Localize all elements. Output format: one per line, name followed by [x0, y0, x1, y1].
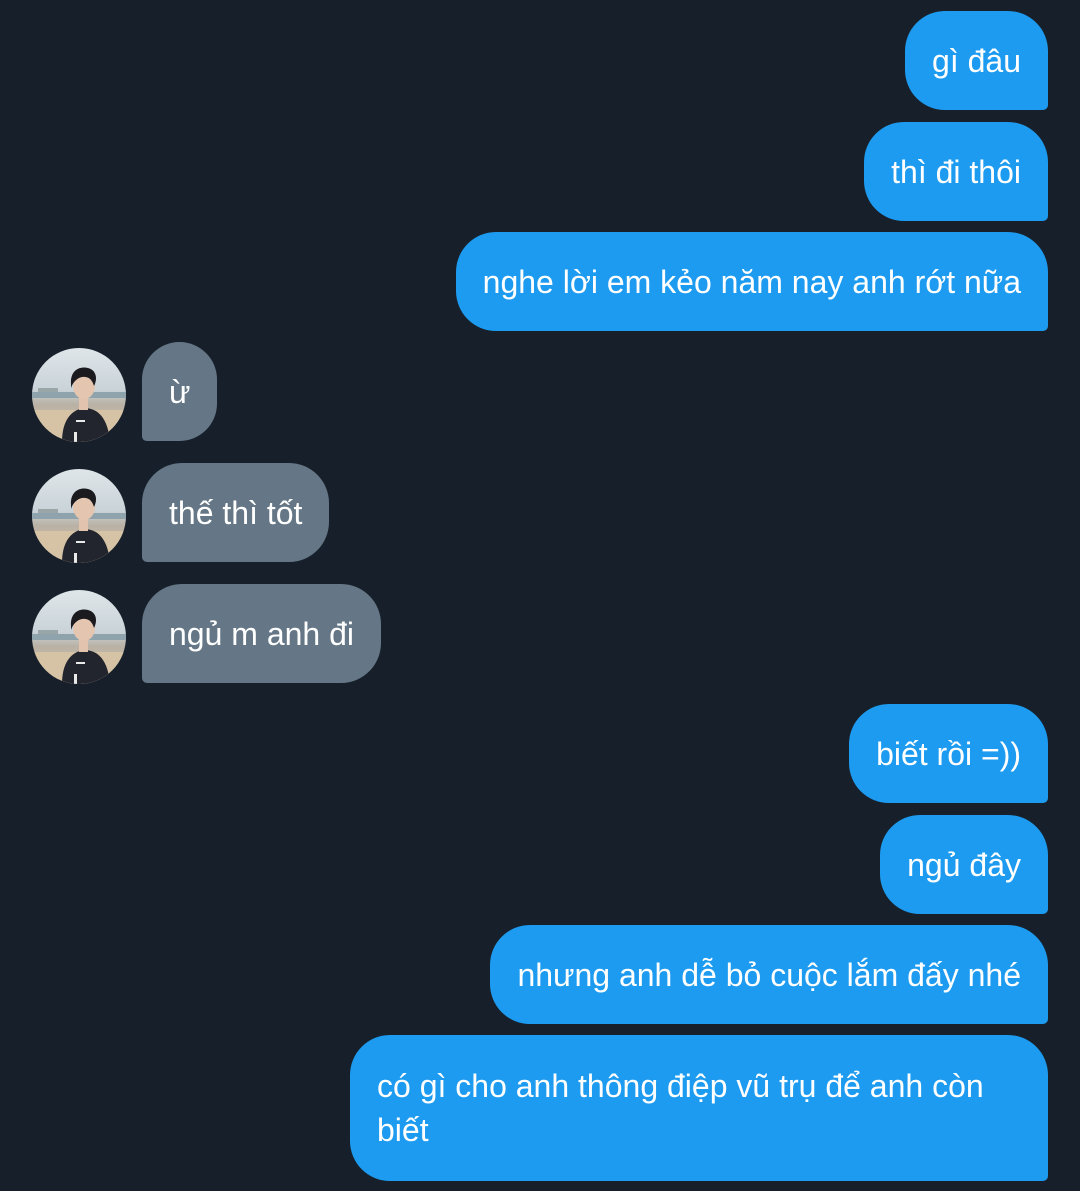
- message-text: gì đâu: [932, 42, 1021, 79]
- message-bubble-incoming[interactable]: thế thì tốt: [142, 463, 330, 562]
- message-text: thì đi thôi: [891, 153, 1021, 190]
- message-bubble-outgoing[interactable]: biết rồi =)): [849, 704, 1048, 803]
- message-bubble-outgoing[interactable]: thì đi thôi: [864, 122, 1048, 221]
- message-text: nghe lời em kẻo năm nay anh rớt nữa: [482, 263, 1021, 300]
- message-bubble-outgoing[interactable]: ngủ đây: [880, 815, 1048, 914]
- conversation-thread: gì đâu thì đi thôi nghe lời em kẻo năm n…: [0, 0, 1080, 1191]
- message-text: thế thì tốt: [169, 494, 303, 531]
- contact-avatar[interactable]: [32, 469, 126, 563]
- message-bubble-outgoing[interactable]: có gì cho anh thông điệp vũ trụ để anh c…: [350, 1035, 1048, 1181]
- message-text: biết rồi =)): [876, 735, 1021, 772]
- message-bubble-outgoing[interactable]: nhưng anh dễ bỏ cuộc lắm đấy nhé: [490, 925, 1048, 1024]
- contact-avatar[interactable]: [32, 348, 126, 442]
- message-bubble-outgoing[interactable]: nghe lời em kẻo năm nay anh rớt nữa: [455, 232, 1048, 331]
- message-bubble-incoming[interactable]: ngủ m anh đi: [142, 584, 382, 683]
- message-text: ngủ đây: [907, 846, 1021, 883]
- message-bubble-outgoing[interactable]: gì đâu: [905, 11, 1048, 110]
- contact-avatar[interactable]: [32, 590, 126, 684]
- message-text: ừ: [169, 373, 191, 410]
- message-text: có gì cho anh thông điệp vũ trụ để anh c…: [377, 1068, 984, 1148]
- message-bubble-incoming[interactable]: ừ: [142, 342, 218, 441]
- message-text: nhưng anh dễ bỏ cuộc lắm đấy nhé: [517, 956, 1021, 993]
- message-text: ngủ m anh đi: [169, 615, 355, 652]
